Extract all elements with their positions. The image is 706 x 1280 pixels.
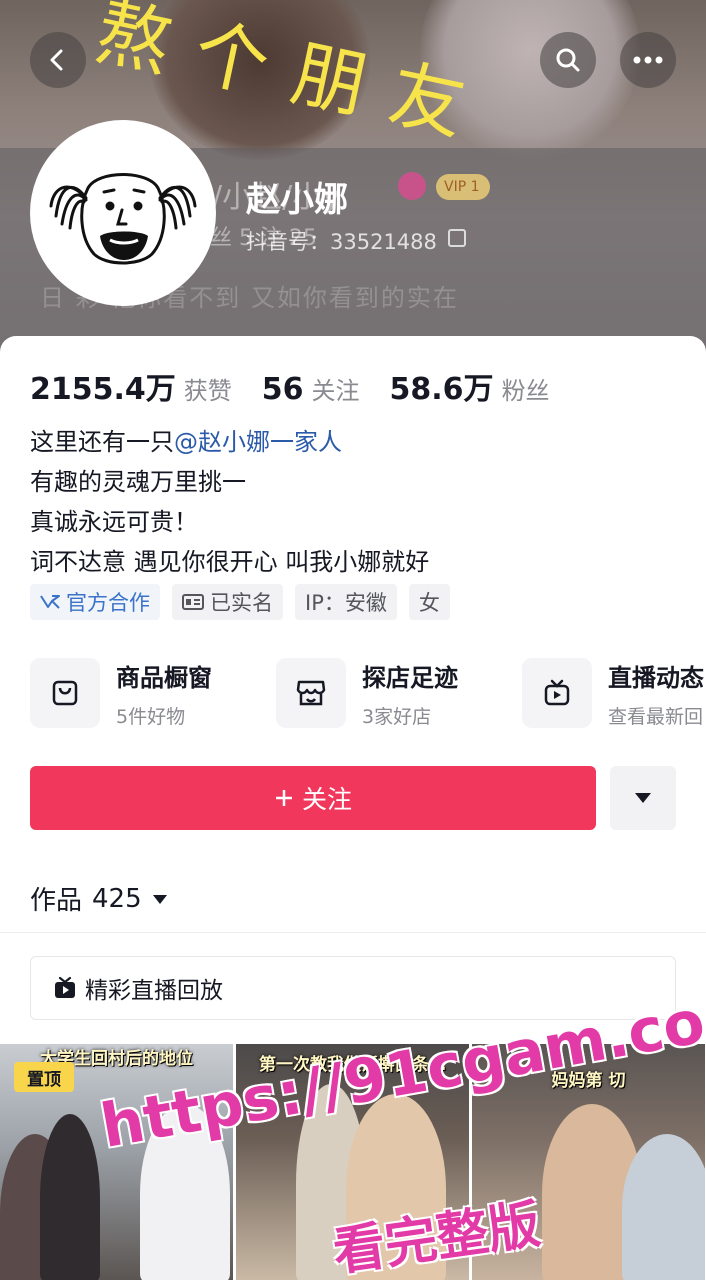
- works-count: 425: [92, 883, 142, 914]
- bio-line-1: 这里还有一只@赵小娜一家人: [30, 422, 429, 462]
- live-replay-label: 精彩直播回放: [85, 978, 223, 1004]
- tv-icon: [522, 658, 592, 728]
- shopping-bag-icon: [30, 658, 100, 728]
- tag-verified[interactable]: 已实名: [172, 584, 283, 620]
- tag-ip-location: IP：安徽: [295, 584, 397, 620]
- id-card-icon: [182, 594, 204, 610]
- bio-line-3: 真诚永远可贵！: [30, 508, 198, 536]
- caret-down-icon: [635, 793, 651, 803]
- entry-store-visits[interactable]: 探店足迹 3家好店: [276, 656, 506, 730]
- tag-gender: 女: [408, 584, 450, 620]
- profile-bio: 这里还有一只@赵小娜一家人 有趣的灵魂万里挑一 真诚永远可贵！ 词不达意 遇见你…: [30, 422, 429, 582]
- handshake-icon: [40, 595, 60, 609]
- pinned-badge: 置顶: [14, 1062, 74, 1092]
- bio-line-4: 词不达意 遇见你很开心 叫我小娜就好: [30, 548, 430, 576]
- tab-works[interactable]: 作品 425: [30, 880, 168, 917]
- entry-title: 商品橱窗: [116, 664, 212, 692]
- video-thumbnail[interactable]: 妈妈第 切: [472, 1044, 705, 1280]
- likes-count: 2155.4万: [30, 372, 176, 407]
- video-thumbnail[interactable]: 大学生回村后的地位 置顶: [0, 1044, 233, 1280]
- music-badge-icon: [398, 172, 426, 200]
- search-button[interactable]: [540, 32, 596, 88]
- video-caption: 第一次教我做饭擀面条…: [259, 1055, 446, 1075]
- search-icon: [556, 48, 580, 72]
- douyin-id: 抖音号：33521488: [246, 230, 437, 254]
- profile-name: 赵小娜: [246, 180, 348, 220]
- live-replay-entry[interactable]: 精彩直播回放: [30, 956, 676, 1020]
- entry-showcase[interactable]: 商品橱窗 5件好物: [30, 656, 260, 730]
- followers-label[interactable]: 粉丝: [502, 371, 550, 406]
- entry-live-updates[interactable]: 直播动态 查看最新回: [522, 656, 706, 730]
- video-thumbnail[interactable]: 第一次教我做饭擀面条…: [236, 1044, 469, 1280]
- entry-title: 探店足迹: [362, 664, 458, 692]
- plus-icon: [275, 790, 292, 806]
- likes-label: 获赞: [183, 377, 232, 405]
- vip-badge[interactable]: VIP 1: [436, 174, 490, 200]
- tag-label: IP：安徽: [305, 591, 387, 615]
- thumb-figure: [40, 1114, 100, 1280]
- entry-title: 直播动态: [608, 664, 704, 692]
- profile-tags: 官方合作 已实名 IP：安徽 女: [30, 584, 450, 620]
- mention-link[interactable]: @赵小娜一家人: [174, 428, 342, 456]
- tag-official-cooperation[interactable]: 官方合作: [30, 584, 160, 620]
- tag-label: 官方合作: [66, 591, 150, 615]
- avatar[interactable]: [30, 120, 216, 306]
- works-label: 作品: [30, 886, 83, 916]
- bio-line-1-text: 这里还有一只: [30, 428, 174, 456]
- tag-label: 女: [418, 591, 440, 615]
- more-dots-icon: [633, 56, 663, 64]
- more-button[interactable]: [620, 32, 676, 88]
- following-label[interactable]: 关注: [312, 371, 360, 406]
- recommend-dropdown-button[interactable]: [610, 766, 676, 830]
- thumb-figure: [622, 1134, 705, 1280]
- live-tv-icon: [55, 976, 75, 998]
- entry-subtitle: 查看最新回: [608, 706, 704, 728]
- service-entries: 商品橱窗 5件好物 探店足迹 3家好店 直播动态 查看最新回: [30, 656, 706, 730]
- follow-label: 关注: [301, 785, 352, 814]
- thumb-figure: [346, 1094, 446, 1280]
- profile-card: 2155.4万 获赞 56 关注 58.6万 粉丝 这里还有一只@赵小娜一家人 …: [0, 336, 706, 1280]
- tag-label: 已实名: [210, 591, 273, 615]
- entry-subtitle: 5件好物: [116, 706, 186, 728]
- follow-button[interactable]: 关注: [30, 766, 596, 830]
- followers-count[interactable]: 58.6万: [390, 364, 494, 408]
- profile-stats: 2155.4万 获赞 56 关注 58.6万 粉丝: [30, 364, 580, 408]
- caret-down-icon: [152, 894, 167, 904]
- video-caption: 妈妈第 切: [551, 1071, 626, 1091]
- store-icon: [276, 658, 346, 728]
- following-count[interactable]: 56: [262, 372, 304, 407]
- entry-subtitle: 3家好店: [362, 706, 432, 728]
- back-button[interactable]: [30, 32, 86, 88]
- thumb-figure: [140, 1104, 230, 1280]
- chevron-left-icon: [50, 49, 63, 71]
- divider: [0, 932, 706, 933]
- bio-line-2: 有趣的灵魂万里挑一: [30, 468, 246, 496]
- cartoon-face-icon: [49, 173, 197, 265]
- video-grid: 大学生回村后的地位 置顶 第一次教我做饭擀面条… 妈妈第 切: [0, 1044, 706, 1280]
- copy-icon[interactable]: [448, 229, 466, 247]
